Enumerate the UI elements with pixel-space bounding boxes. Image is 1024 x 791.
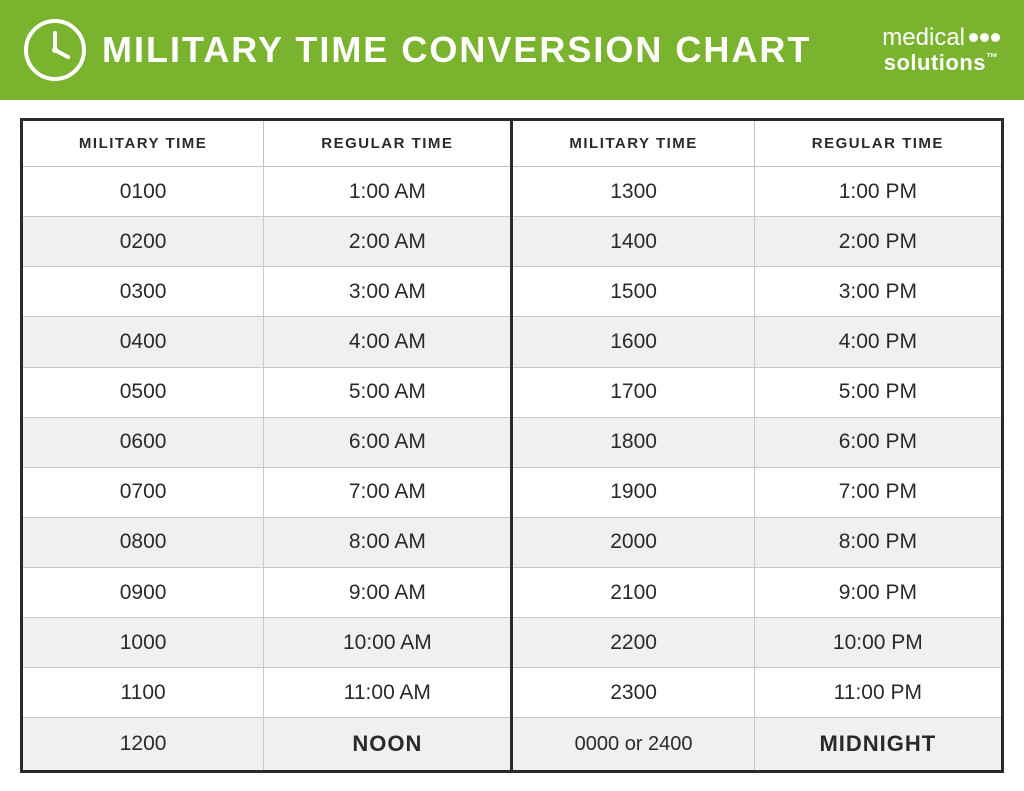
reg-time-right: 2:00 PM <box>754 217 1002 267</box>
table-row: 06006:00 AM18006:00 PM <box>22 417 1003 467</box>
header: MILITARY TIME CONVERSION CHART medical s… <box>0 0 1024 100</box>
brand-circle-1 <box>969 33 978 42</box>
brand-row-medical: medical <box>882 25 1000 51</box>
mil-time-left: 0200 <box>22 217 264 267</box>
reg-time-left: 6:00 AM <box>264 417 512 467</box>
reg-time-left: 10:00 AM <box>264 618 512 668</box>
reg-time-left: 5:00 AM <box>264 367 512 417</box>
reg-time-left: NOON <box>264 718 512 772</box>
reg-time-left: 4:00 AM <box>264 317 512 367</box>
conversion-table: MILITARY TIME REGULAR TIME MILITARY TIME… <box>20 118 1004 773</box>
table-row: 100010:00 AM220010:00 PM <box>22 618 1003 668</box>
mil-time-left: 1000 <box>22 618 264 668</box>
reg-time-left: 1:00 AM <box>264 167 512 217</box>
reg-time-right: 7:00 PM <box>754 467 1002 517</box>
mil-time-left: 0300 <box>22 267 264 317</box>
brand-row-solutions: solutions™ <box>884 51 999 75</box>
table-row: 08008:00 AM20008:00 PM <box>22 517 1003 567</box>
reg-time-left: 8:00 AM <box>264 517 512 567</box>
mil-time-left: 1200 <box>22 718 264 772</box>
mil-time-left: 0600 <box>22 417 264 467</box>
mil-time-left: 0100 <box>22 167 264 217</box>
col-header-mil1: MILITARY TIME <box>22 120 264 167</box>
header-left: MILITARY TIME CONVERSION CHART <box>24 19 811 81</box>
table-row: 110011:00 AM230011:00 PM <box>22 668 1003 718</box>
reg-time-right: 1:00 PM <box>754 167 1002 217</box>
mil-time-right: 1400 <box>512 217 754 267</box>
col-header-reg1: REGULAR TIME <box>264 120 512 167</box>
brand-tm: ™ <box>986 51 999 65</box>
reg-time-right: 6:00 PM <box>754 417 1002 467</box>
table-row: 1200NOON0000 or 2400MIDNIGHT <box>22 718 1003 772</box>
mil-time-left: 0400 <box>22 317 264 367</box>
reg-time-right: 4:00 PM <box>754 317 1002 367</box>
brand-circle-3 <box>991 33 1000 42</box>
reg-time-left: 9:00 AM <box>264 568 512 618</box>
col-header-mil2: MILITARY TIME <box>512 120 754 167</box>
mil-time-right: 2300 <box>512 668 754 718</box>
reg-time-right: 11:00 PM <box>754 668 1002 718</box>
mil-time-right: 0000 or 2400 <box>512 718 754 772</box>
brand-circles <box>969 33 1000 42</box>
mil-time-left: 0900 <box>22 568 264 618</box>
page-title: MILITARY TIME CONVERSION CHART <box>102 29 811 71</box>
reg-time-right: 8:00 PM <box>754 517 1002 567</box>
mil-time-left: 0500 <box>22 367 264 417</box>
table-body: 01001:00 AM13001:00 PM02002:00 AM14002:0… <box>22 167 1003 772</box>
brand-solutions-text: solutions™ <box>884 50 999 75</box>
reg-time-right: 5:00 PM <box>754 367 1002 417</box>
mil-time-left: 1100 <box>22 668 264 718</box>
clock-icon <box>24 19 86 81</box>
page-wrapper: MILITARY TIME CONVERSION CHART medical s… <box>0 0 1024 791</box>
table-row: 05005:00 AM17005:00 PM <box>22 367 1003 417</box>
mil-time-right: 1500 <box>512 267 754 317</box>
table-container: MILITARY TIME REGULAR TIME MILITARY TIME… <box>0 100 1024 791</box>
table-row: 04004:00 AM16004:00 PM <box>22 317 1003 367</box>
mil-time-right: 1800 <box>512 417 754 467</box>
table-header: MILITARY TIME REGULAR TIME MILITARY TIME… <box>22 120 1003 167</box>
reg-time-right: 9:00 PM <box>754 568 1002 618</box>
reg-time-left: 7:00 AM <box>264 467 512 517</box>
mil-time-right: 2000 <box>512 517 754 567</box>
brand-circle-2 <box>980 33 989 42</box>
mil-time-right: 2100 <box>512 568 754 618</box>
brand-logo: medical solutions™ <box>882 25 1000 76</box>
table-row: 03003:00 AM15003:00 PM <box>22 267 1003 317</box>
col-header-reg2: REGULAR TIME <box>754 120 1002 167</box>
mil-time-right: 1700 <box>512 367 754 417</box>
reg-time-left: 2:00 AM <box>264 217 512 267</box>
mil-time-right: 1600 <box>512 317 754 367</box>
header-row: MILITARY TIME REGULAR TIME MILITARY TIME… <box>22 120 1003 167</box>
brand-medical-text: medical <box>882 25 965 51</box>
mil-time-left: 0700 <box>22 467 264 517</box>
mil-time-left: 0800 <box>22 517 264 567</box>
mil-time-right: 1900 <box>512 467 754 517</box>
reg-time-left: 11:00 AM <box>264 668 512 718</box>
mil-time-right: 1300 <box>512 167 754 217</box>
reg-time-right: 10:00 PM <box>754 618 1002 668</box>
mil-time-right: 2200 <box>512 618 754 668</box>
table-row: 07007:00 AM19007:00 PM <box>22 467 1003 517</box>
table-row: 01001:00 AM13001:00 PM <box>22 167 1003 217</box>
table-row: 02002:00 AM14002:00 PM <box>22 217 1003 267</box>
reg-time-left: 3:00 AM <box>264 267 512 317</box>
reg-time-right: MIDNIGHT <box>754 718 1002 772</box>
table-row: 09009:00 AM21009:00 PM <box>22 568 1003 618</box>
reg-time-right: 3:00 PM <box>754 267 1002 317</box>
